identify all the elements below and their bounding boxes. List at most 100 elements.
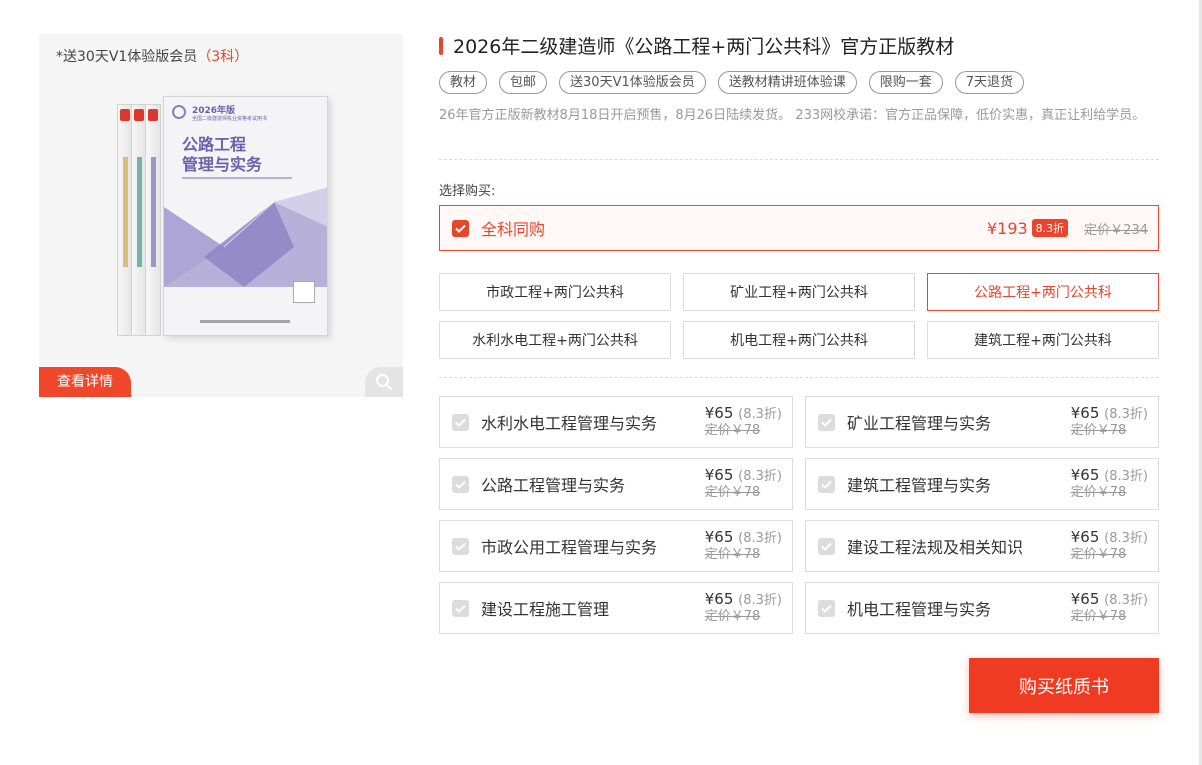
cover-title-line2: 管理与实务 xyxy=(182,155,263,174)
subject-pricing: ¥65 (8.3折) 定价￥78 xyxy=(705,591,782,625)
subject-list: 水利水电工程管理与实务 ¥65 (8.3折) 定价￥78 矿业工程管理与实务 ¥… xyxy=(439,396,1159,634)
subject-discount: (8.3折) xyxy=(738,469,782,484)
subject-price: ¥65 xyxy=(704,528,734,546)
choose-label: 选择购买: xyxy=(439,184,496,199)
original-price: 定价￥234 xyxy=(1084,222,1148,238)
subject-price: ¥65 xyxy=(1070,466,1100,484)
product-description: 26年官方正版新教材8月18日开启预售，8月26日陆续发货。 233网校承诺：官… xyxy=(439,108,1146,123)
option-jidian[interactable]: 机电工程+两门公共科 xyxy=(683,321,915,359)
checkbox-checked-icon[interactable] xyxy=(452,219,469,237)
subject-item[interactable]: 水利水电工程管理与实务 ¥65 (8.3折) 定价￥78 xyxy=(439,396,793,448)
all-subjects-option[interactable]: 全科同购 ¥193 8.3折 定价￥234 xyxy=(439,205,1159,251)
gift-note-count: （3科） xyxy=(197,49,249,65)
tag: 送30天V1体验版会员 xyxy=(559,71,706,94)
subject-name: 建筑工程管理与实务 xyxy=(847,476,992,495)
divider xyxy=(439,377,1159,378)
book-cover-illustration: 2026年版 全国二级建造师执业资格考试用书 公路工程 管理与实务 xyxy=(117,96,332,341)
subject-item[interactable]: 建设工程施工管理 ¥65 (8.3折) 定价￥78 xyxy=(439,582,793,634)
subject-name: 机电工程管理与实务 xyxy=(847,600,992,619)
subject-name: 市政公用工程管理与实务 xyxy=(481,538,658,557)
tag: 包邮 xyxy=(499,71,548,94)
option-kuangye[interactable]: 矿业工程+两门公共科 xyxy=(683,273,915,311)
subject-pricing: ¥65 (8.3折) 定价￥78 xyxy=(705,529,782,563)
subject-item[interactable]: 公路工程管理与实务 ¥65 (8.3折) 定价￥78 xyxy=(439,458,793,510)
gift-note-text: *送30天V1体验版会员 xyxy=(56,49,198,65)
tag: 7天退货 xyxy=(954,71,1025,94)
checkbox-checked-icon[interactable] xyxy=(818,475,835,493)
checkbox-checked-icon[interactable] xyxy=(818,537,835,555)
subject-price: ¥65 xyxy=(704,404,734,422)
all-subjects-pricing: ¥193 8.3折 定价￥234 xyxy=(987,219,1148,238)
subject-original-price: 定价￥78 xyxy=(1070,547,1127,562)
subject-item[interactable]: 机电工程管理与实务 ¥65 (8.3折) 定价￥78 xyxy=(805,582,1159,634)
checkbox-checked-icon[interactable] xyxy=(452,537,469,555)
subject-pricing: ¥65 (8.3折) 定价￥78 xyxy=(1071,467,1148,501)
subject-original-price: 定价￥78 xyxy=(704,547,761,562)
subject-original-price: 定价￥78 xyxy=(704,485,761,500)
option-shizheng[interactable]: 市政工程+两门公共科 xyxy=(439,273,671,311)
subject-price: ¥65 xyxy=(1070,404,1100,422)
gift-note: *送30天V1体验版会员（3科） xyxy=(56,46,248,66)
subject-item[interactable]: 市政公用工程管理与实务 ¥65 (8.3折) 定价￥78 xyxy=(439,520,793,572)
subject-price: ¥65 xyxy=(1070,528,1100,546)
option-shuili[interactable]: 水利水电工程+两门公共科 xyxy=(439,321,671,359)
cover-series: 全国二级建造师执业资格考试用书 xyxy=(192,116,268,122)
cover-title: 公路工程 管理与实务 xyxy=(182,135,262,175)
cover-graphic xyxy=(164,187,327,287)
subject-original-price: 定价￥78 xyxy=(704,423,761,438)
logo-icon xyxy=(172,105,186,119)
all-subjects-label: 全科同购 xyxy=(481,220,546,239)
combination-options: 市政工程+两门公共科 矿业工程+两门公共科 公路工程+两门公共科 水利水电工程+… xyxy=(439,273,1159,359)
checkbox-checked-icon[interactable] xyxy=(452,599,469,617)
cover-title-line1: 公路工程 xyxy=(182,135,247,154)
option-jianzhu[interactable]: 建筑工程+两门公共科 xyxy=(927,321,1159,359)
subject-original-price: 定价￥78 xyxy=(1070,609,1127,624)
subject-discount: (8.3折) xyxy=(1104,593,1148,608)
search-icon xyxy=(376,374,392,390)
checkbox-checked-icon[interactable] xyxy=(818,413,835,431)
subject-original-price: 定价￥78 xyxy=(1070,485,1127,500)
product-title: 2026年二级建造师《公路工程+两门公共科》官方正版教材 xyxy=(453,36,955,58)
subject-pricing: ¥65 (8.3折) 定价￥78 xyxy=(705,405,782,439)
subject-pricing: ¥65 (8.3折) 定价￥78 xyxy=(705,467,782,501)
subject-pricing: ¥65 (8.3折) 定价￥78 xyxy=(1071,529,1148,563)
subject-item[interactable]: 建设工程法规及相关知识 ¥65 (8.3折) 定价￥78 xyxy=(805,520,1159,572)
subject-original-price: 定价￥78 xyxy=(1070,423,1127,438)
tag-list: 教材 包邮 送30天V1体验版会员 送教材精讲班体验课 限购一套 7天退货 xyxy=(439,71,1025,94)
tag: 送教材精讲班体验课 xyxy=(717,71,857,94)
subject-discount: (8.3折) xyxy=(738,407,782,422)
all-subjects-price: ¥193 xyxy=(986,218,1028,238)
product-image-panel: *送30天V1体验版会员（3科） 2026年版 全国二级建造师执业资格考试用书 … xyxy=(39,34,403,397)
title-accent-bar xyxy=(439,36,443,55)
subject-name: 公路工程管理与实务 xyxy=(481,476,626,495)
subject-original-price: 定价￥78 xyxy=(704,609,761,624)
book-front-cover: 2026年版 全国二级建造师执业资格考试用书 公路工程 管理与实务 xyxy=(163,96,328,336)
subject-discount: (8.3折) xyxy=(1104,469,1148,484)
view-details-button[interactable]: 查看详情 xyxy=(39,367,131,397)
subject-name: 矿业工程管理与实务 xyxy=(847,414,992,433)
subject-name: 建设工程施工管理 xyxy=(481,600,610,619)
qr-code-icon xyxy=(293,281,315,303)
zoom-button[interactable] xyxy=(365,367,403,397)
subject-price: ¥65 xyxy=(1070,590,1100,608)
tag: 教材 xyxy=(439,71,488,94)
checkbox-checked-icon[interactable] xyxy=(452,413,469,431)
subject-item[interactable]: 建筑工程管理与实务 ¥65 (8.3折) 定价￥78 xyxy=(805,458,1159,510)
tag: 限购一套 xyxy=(868,71,943,94)
product-title-row: 2026年二级建造师《公路工程+两门公共科》官方正版教材 xyxy=(439,32,954,59)
subject-pricing: ¥65 (8.3折) 定价￥78 xyxy=(1071,591,1148,625)
checkbox-checked-icon[interactable] xyxy=(818,599,835,617)
subject-price: ¥65 xyxy=(704,590,734,608)
subject-discount: (8.3折) xyxy=(1104,407,1148,422)
checkbox-checked-icon[interactable] xyxy=(452,475,469,493)
option-gonglu[interactable]: 公路工程+两门公共科 xyxy=(927,273,1159,311)
subject-discount: (8.3折) xyxy=(738,531,782,546)
subject-name: 建设工程法规及相关知识 xyxy=(847,538,1024,557)
subject-item[interactable]: 矿业工程管理与实务 ¥65 (8.3折) 定价￥78 xyxy=(805,396,1159,448)
divider xyxy=(439,159,1159,160)
subject-pricing: ¥65 (8.3折) 定价￥78 xyxy=(1071,405,1148,439)
subject-discount: (8.3折) xyxy=(738,593,782,608)
book-spine xyxy=(145,104,161,336)
discount-badge: 8.3折 xyxy=(1031,219,1069,237)
buy-paper-book-button[interactable]: 购买纸质书 xyxy=(969,658,1159,713)
